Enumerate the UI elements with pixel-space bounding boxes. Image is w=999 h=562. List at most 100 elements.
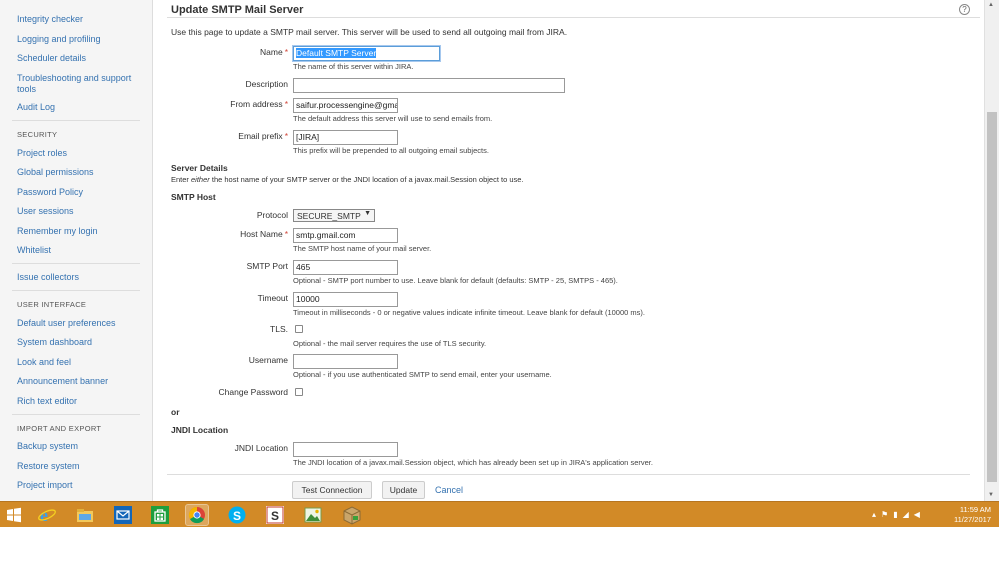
- buttons-divider: [167, 474, 970, 475]
- sidebar-item-logging-profiling[interactable]: Logging and profiling: [17, 34, 101, 45]
- server-details-heading: Server Details: [171, 163, 228, 173]
- sidebar-item-look-and-feel[interactable]: Look and feel: [17, 357, 71, 368]
- description-label: Description: [245, 79, 288, 89]
- host-name-label: Host Name *: [240, 229, 288, 239]
- sidebar-heading-import-export: IMPORT AND EXPORT: [17, 424, 102, 433]
- image-app-icon[interactable]: [302, 505, 324, 525]
- required-indicator: *: [284, 99, 288, 109]
- timeout-hint: Timeout in milliseconds - 0 or negative …: [293, 308, 645, 317]
- update-button[interactable]: Update: [382, 481, 425, 499]
- network-icon[interactable]: ◢: [903, 510, 914, 519]
- store-icon[interactable]: [149, 505, 171, 525]
- chrome-icon[interactable]: [185, 504, 209, 526]
- sidebar-divider: [12, 120, 140, 121]
- sidebar-item-default-user-preferences[interactable]: Default user preferences: [17, 318, 116, 329]
- jndi-location-hint: The JNDI location of a javax.mail.Sessio…: [293, 458, 653, 467]
- smtp-form-panel: Update SMTP Mail Server ? Use this page …: [153, 0, 984, 501]
- sidebar-item-project-import[interactable]: Project import: [17, 480, 73, 491]
- jndi-heading: JNDI Location: [171, 425, 229, 435]
- jndi-location-input[interactable]: [293, 442, 398, 457]
- chevron-down-icon: ▼: [364, 210, 371, 217]
- svg-text:S: S: [271, 509, 279, 523]
- svg-text:S: S: [233, 509, 241, 523]
- name-input[interactable]: Default SMTP Server: [293, 46, 440, 61]
- smtp-host-heading: SMTP Host: [171, 192, 216, 202]
- scroll-down-icon[interactable]: ▼: [988, 492, 994, 498]
- sidebar-item-remember-login[interactable]: Remember my login: [17, 226, 98, 237]
- slides-app-icon[interactable]: S: [264, 505, 286, 525]
- sidebar-item-global-permissions[interactable]: Global permissions: [17, 167, 94, 178]
- taskbar-clock[interactable]: 11:59 AM 11/27/2017: [954, 505, 991, 525]
- sidebar-item-system-dashboard[interactable]: System dashboard: [17, 337, 92, 348]
- host-name-input[interactable]: smtp.gmail.com: [293, 228, 398, 243]
- volume-icon[interactable]: ◀: [914, 510, 925, 519]
- email-prefix-hint: This prefix will be prepended to all out…: [293, 146, 489, 155]
- page-scrollbar[interactable]: ▲ ▼: [984, 0, 999, 501]
- page-description: Use this page to update a SMTP mail serv…: [171, 27, 568, 37]
- tls-label: TLS.: [270, 324, 288, 334]
- sidebar-item-whitelist[interactable]: Whitelist: [17, 245, 51, 256]
- sidebar-item-backup-system[interactable]: Backup system: [17, 441, 78, 452]
- internet-explorer-icon[interactable]: e: [36, 505, 58, 525]
- timeout-label: Timeout: [257, 293, 288, 303]
- from-address-input[interactable]: saifur.processengine@gmail.com: [293, 98, 398, 113]
- file-explorer-icon[interactable]: [74, 505, 96, 525]
- sidebar-item-announcement-banner[interactable]: Announcement banner: [17, 376, 108, 387]
- protocol-select[interactable]: SECURE_SMTP ▼: [293, 209, 375, 222]
- smtp-port-input[interactable]: 465: [293, 260, 398, 275]
- sidebar-item-restore-system[interactable]: Restore system: [17, 461, 80, 472]
- username-label: Username: [248, 355, 288, 365]
- smtp-port-label: SMTP Port: [246, 261, 288, 271]
- jndi-location-label: JNDI Location: [234, 443, 288, 453]
- page-title: Update SMTP Mail Server: [171, 4, 304, 16]
- sidebar-item-password-policy[interactable]: Password Policy: [17, 187, 83, 198]
- sidebar-item-rich-text-editor[interactable]: Rich text editor: [17, 396, 77, 407]
- required-indicator: *: [284, 47, 288, 57]
- protocol-label: Protocol: [256, 210, 288, 220]
- sidebar-item-scheduler-details[interactable]: Scheduler details: [17, 53, 86, 64]
- sidebar-item-issue-collectors[interactable]: Issue collectors: [17, 272, 79, 283]
- skype-icon[interactable]: S: [226, 505, 248, 525]
- sidebar-divider: [12, 290, 140, 291]
- sidebar-item-troubleshooting[interactable]: Troubleshooting and support tools: [17, 73, 142, 95]
- name-label: Name *: [260, 47, 288, 57]
- server-details-text: Enter either the host name of your SMTP …: [171, 175, 524, 184]
- empty-area: [0, 527, 999, 562]
- username-hint: Optional - if you use authenticated SMTP…: [293, 370, 552, 379]
- from-address-hint: The default address this server will use…: [293, 114, 493, 123]
- windows-taskbar: e S S ▴⚑▮◢◀ 11:59 AM 11/27/2017: [0, 501, 999, 527]
- help-icon[interactable]: ?: [959, 4, 970, 15]
- smtp-port-hint: Optional - SMTP port number to use. Leav…: [293, 276, 618, 285]
- title-divider: [167, 17, 980, 18]
- start-windows-icon[interactable]: [3, 505, 25, 525]
- cancel-link[interactable]: Cancel: [435, 485, 463, 495]
- name-hint: The name of this server within JIRA.: [293, 62, 414, 71]
- clock-date: 11/27/2017: [954, 515, 991, 524]
- or-separator: or: [171, 407, 180, 417]
- email-prefix-input[interactable]: [JIRA]: [293, 130, 398, 145]
- chevron-up-icon[interactable]: ▴: [872, 510, 881, 519]
- host-name-hint: The SMTP host name of your mail server.: [293, 244, 432, 253]
- sidebar-item-project-roles[interactable]: Project roles: [17, 148, 67, 159]
- mail-icon[interactable]: [112, 505, 134, 525]
- tls-checkbox[interactable]: [295, 325, 303, 333]
- scroll-up-icon[interactable]: ▲: [988, 2, 994, 8]
- username-input[interactable]: [293, 354, 398, 369]
- package-app-icon[interactable]: [341, 505, 363, 525]
- sidebar-item-user-sessions[interactable]: User sessions: [17, 206, 74, 217]
- battery-icon[interactable]: ▮: [893, 510, 902, 519]
- test-connection-button[interactable]: Test Connection: [292, 481, 372, 499]
- sidebar-item-audit-log[interactable]: Audit Log: [17, 102, 55, 113]
- sidebar-divider: [12, 263, 140, 264]
- sidebar-heading-security: SECURITY: [17, 130, 58, 139]
- flag-icon[interactable]: ⚑: [881, 510, 893, 519]
- description-input[interactable]: [293, 78, 565, 93]
- scrollbar-thumb[interactable]: [987, 112, 997, 482]
- system-tray-icons[interactable]: ▴⚑▮◢◀: [872, 510, 925, 519]
- sidebar-heading-user-interface: USER INTERFACE: [17, 300, 87, 309]
- timeout-input[interactable]: 10000: [293, 292, 398, 307]
- email-prefix-label: Email prefix *: [238, 131, 288, 141]
- sidebar-item-integrity-checker[interactable]: Integrity checker: [17, 14, 83, 25]
- change-password-checkbox[interactable]: [295, 388, 303, 396]
- sidebar-divider: [12, 414, 140, 415]
